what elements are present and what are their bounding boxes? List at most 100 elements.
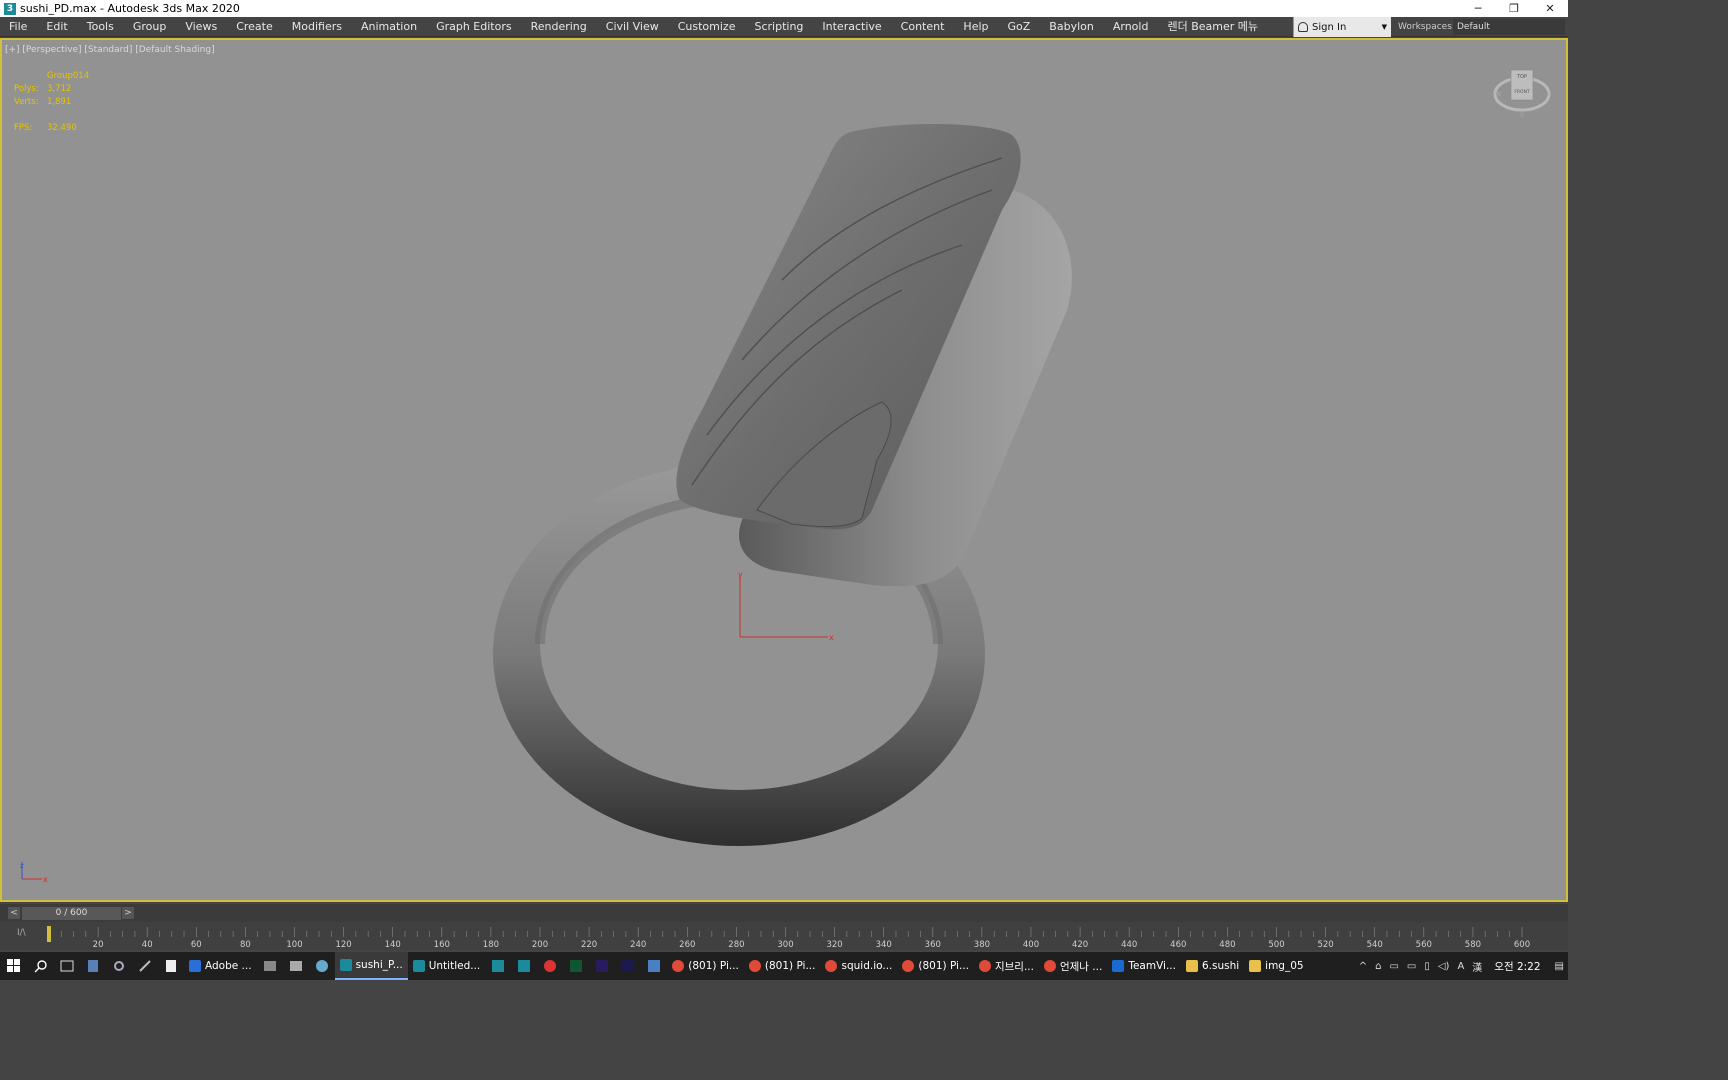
menu-content[interactable]: Content [892, 17, 955, 37]
menu-babylon[interactable]: Babylon [1040, 17, 1104, 37]
menu-create[interactable]: Create [227, 17, 283, 37]
photos-icon[interactable] [257, 952, 283, 980]
network-app-icon[interactable] [641, 952, 667, 980]
taskbar-app-label: (801) Pi... [688, 960, 739, 972]
timeline-tick-label: 220 [581, 940, 597, 950]
chrome-canary-icon[interactable] [309, 952, 335, 980]
menu-customize[interactable]: Customize [669, 17, 746, 37]
image-editor-icon[interactable] [283, 952, 309, 980]
taskbar-app-chrome-5[interactable]: 지브리... [974, 952, 1039, 980]
menu-help[interactable]: Help [954, 17, 998, 37]
menu-scripting[interactable]: Scripting [745, 17, 813, 37]
task-view-icon[interactable] [54, 952, 80, 980]
network-icon[interactable]: ⌂ [1375, 961, 1381, 972]
window-title: sushi_PD.max - Autodesk 3ds Max 2020 [20, 2, 240, 15]
menu-animation[interactable]: Animation [352, 17, 427, 37]
taskbar-app-folder-sushi[interactable]: 6.sushi [1181, 952, 1244, 980]
search-icon[interactable] [28, 952, 54, 980]
minimize-button[interactable]: ─ [1460, 0, 1496, 17]
taskbar-app-teamviewer[interactable]: TeamVi... [1107, 952, 1181, 980]
viewcube-w-label: W [1495, 91, 1501, 98]
notification-icon[interactable]: ▤ [1555, 961, 1564, 972]
after-effects-icon[interactable] [589, 952, 615, 980]
ime-indicator[interactable]: 漢 [1472, 959, 1482, 974]
windows-taskbar: Adobe ... sushi_P... Untitled... (801) P… [0, 952, 1568, 980]
menu-beamer[interactable]: 렌더 Beamer 메뉴 [1158, 17, 1268, 37]
workspaces-label: Workspaces: [1398, 22, 1455, 32]
display-icon[interactable]: ▭ [1407, 961, 1416, 972]
taskbar-app-3dsmax-sushi[interactable]: sushi_P... [334, 952, 408, 980]
notepad-icon[interactable] [158, 952, 184, 980]
taskbar-app-label: (801) Pi... [918, 960, 969, 972]
after-effects-icon-2[interactable] [615, 952, 641, 980]
timeline-ruler[interactable]: 20 40 60 80 100 120 140 160 180 200 220 240 260 280 30… [0, 922, 1568, 950]
chevron-up-icon[interactable]: ^ [1359, 961, 1367, 972]
system-tray: ^ ⌂ ▭ ▭ ▯ ◁) A 漢 오전 2:22 ▤ [1355, 952, 1568, 980]
chrome-icon [978, 960, 991, 972]
menu-group[interactable]: Group [124, 17, 177, 37]
menu-modifiers[interactable]: Modifiers [283, 17, 352, 37]
folder-icon [1185, 960, 1198, 972]
gizmo-x-label: x [829, 633, 834, 642]
menu-civil-view[interactable]: Civil View [597, 17, 669, 37]
red-app-icon[interactable] [537, 952, 563, 980]
timeline-tick-label: 260 [679, 940, 695, 950]
calculator-icon[interactable] [80, 952, 106, 980]
menu-interactive[interactable]: Interactive [813, 17, 891, 37]
timeline-tick-label: 600 [1514, 940, 1530, 950]
menu-edit[interactable]: Edit [37, 17, 77, 37]
usb-icon[interactable]: ▯ [1424, 961, 1430, 972]
timeline-tick-label: 40 [142, 940, 153, 950]
restore-button[interactable]: ❐ [1496, 0, 1532, 17]
taskbar-app-chrome-3[interactable]: squid.io... [820, 952, 897, 980]
settings-icon[interactable] [106, 952, 132, 980]
prelude-icon[interactable] [563, 952, 589, 980]
timeline-tick-label: 500 [1268, 940, 1284, 950]
menu-file[interactable]: File [0, 17, 37, 37]
close-button[interactable]: ✕ [1532, 0, 1568, 17]
menu-graph-editors[interactable]: Graph Editors [427, 17, 522, 37]
timeline-tick-label: 120 [335, 940, 351, 950]
track-bar[interactable]: I/\ 20 40 60 80 100 120 140 160 180 200 220 240 260 2… [0, 922, 1568, 950]
perspective-viewport[interactable]: [+] [Perspective] [Standard] [Default Sh… [0, 38, 1568, 902]
taskbar-app-label: 언제나 ... [1059, 960, 1103, 973]
taskbar-app-label: TeamVi... [1128, 960, 1176, 972]
time-slider-thumb[interactable]: 0 / 600 [22, 907, 121, 920]
sign-in-dropdown[interactable]: Sign In ▼ [1293, 17, 1391, 37]
time-next-button[interactable]: > [122, 907, 134, 919]
chrome-icon [672, 960, 685, 972]
gizmo-y-label: y [738, 570, 743, 579]
battery-icon[interactable]: ▭ [1389, 961, 1398, 972]
menu-tools[interactable]: Tools [78, 17, 124, 37]
taskbar-app-chrome-2[interactable]: (801) Pi... [744, 952, 821, 980]
volume-icon[interactable]: ◁) [1438, 961, 1450, 972]
menu-rendering[interactable]: Rendering [522, 17, 597, 37]
menu-views[interactable]: Views [176, 17, 227, 37]
workspace-select[interactable]: Default [1453, 19, 1565, 35]
pen-tool-icon[interactable] [132, 952, 158, 980]
menu-goz[interactable]: GoZ [999, 17, 1041, 37]
timeline-tick-label: 280 [728, 940, 744, 950]
menu-arnold[interactable]: Arnold [1104, 17, 1159, 37]
language-indicator[interactable]: A [1457, 961, 1464, 972]
current-frame-marker[interactable] [47, 926, 51, 942]
taskbar-app-3dsmax-untitled[interactable]: Untitled... [408, 952, 486, 980]
time-slider-bar: < 0 / 600 > [0, 904, 1568, 922]
user-icon [1298, 22, 1308, 32]
taskbar-app-chrome-1[interactable]: (801) Pi... [667, 952, 744, 980]
3dsmax-icon-3[interactable] [511, 952, 537, 980]
3dsmax-icon-2[interactable] [485, 952, 511, 980]
viewcube[interactable]: TOP FRONT W E S [1492, 62, 1552, 118]
timeline-tick-label: 480 [1219, 940, 1235, 950]
taskbar-app-adobe[interactable]: Adobe ... [184, 952, 257, 980]
windows-start-icon[interactable] [0, 952, 28, 980]
taskbar-app-chrome-6[interactable]: 언제나 ... [1039, 952, 1107, 980]
3dsmax-icon [339, 959, 352, 971]
system-clock[interactable]: 오전 2:22 [1494, 959, 1540, 974]
timeline-tick-label: 440 [1121, 940, 1137, 950]
taskbar-app-chrome-4[interactable]: (801) Pi... [897, 952, 974, 980]
taskbar-app-folder-img[interactable]: img_05 [1244, 952, 1308, 980]
chevron-down-icon: ▼ [1381, 23, 1387, 31]
time-prev-button[interactable]: < [8, 907, 20, 919]
world-axis-tripod: x z [20, 862, 48, 884]
